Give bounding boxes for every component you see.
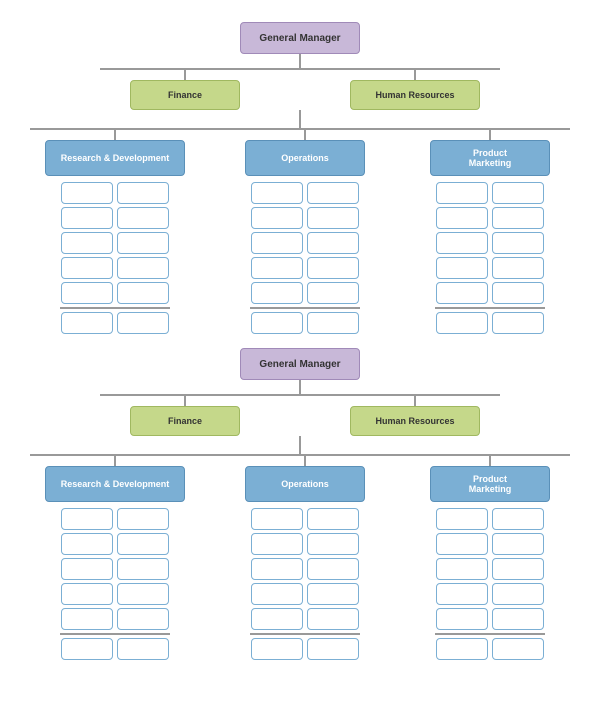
sub-box bbox=[251, 207, 303, 229]
sub-box bbox=[436, 508, 488, 530]
sub-box bbox=[307, 638, 359, 660]
hr-box-1: Human Resources bbox=[350, 80, 480, 110]
sub-box bbox=[307, 232, 359, 254]
sub-box bbox=[307, 282, 359, 304]
sub-box bbox=[251, 638, 303, 660]
sub-box bbox=[436, 207, 488, 229]
sub-box bbox=[251, 508, 303, 530]
sub-box bbox=[61, 312, 113, 334]
sub-box bbox=[61, 583, 113, 605]
sub-box bbox=[251, 583, 303, 605]
sub-box bbox=[61, 182, 113, 204]
sub-box bbox=[117, 558, 169, 580]
gm-box-2: General Manager bbox=[240, 348, 360, 380]
sub-box bbox=[117, 312, 169, 334]
sub-box bbox=[117, 207, 169, 229]
sub-box bbox=[251, 533, 303, 555]
sub-box bbox=[117, 257, 169, 279]
sub-box bbox=[117, 508, 169, 530]
sub-box bbox=[436, 257, 488, 279]
page: General Manager Finance Human Resources bbox=[0, 0, 600, 684]
sub-box bbox=[492, 182, 544, 204]
sub-box bbox=[61, 638, 113, 660]
vline2 bbox=[299, 110, 301, 128]
ops-box-1: Operations bbox=[245, 140, 365, 176]
sub-box bbox=[117, 182, 169, 204]
sub-box bbox=[251, 608, 303, 630]
rnd-box-1: Research & Development bbox=[45, 140, 185, 176]
sub-box bbox=[117, 282, 169, 304]
sub-box bbox=[307, 207, 359, 229]
sub-box bbox=[307, 533, 359, 555]
sub-box bbox=[117, 638, 169, 660]
sub-box bbox=[61, 232, 113, 254]
gm-box-1: General Manager bbox=[240, 22, 360, 54]
vline2 bbox=[299, 436, 301, 454]
sub-box bbox=[307, 312, 359, 334]
sub-box bbox=[251, 232, 303, 254]
sub-box bbox=[492, 583, 544, 605]
sub-box bbox=[492, 638, 544, 660]
sub-box bbox=[436, 558, 488, 580]
rnd-box-2: Research & Development bbox=[45, 466, 185, 502]
pm-box-2: Product Marketing bbox=[430, 466, 550, 502]
sub-box bbox=[492, 282, 544, 304]
sub-box bbox=[307, 508, 359, 530]
ops-box-2: Operations bbox=[245, 466, 365, 502]
vline bbox=[299, 380, 301, 394]
sub-box bbox=[61, 207, 113, 229]
sub-box bbox=[251, 182, 303, 204]
sub-box bbox=[492, 257, 544, 279]
sub-box bbox=[436, 232, 488, 254]
sub-box bbox=[436, 608, 488, 630]
sub-box bbox=[492, 232, 544, 254]
sub-box bbox=[436, 182, 488, 204]
sub-box bbox=[436, 583, 488, 605]
org-chart-1: General Manager Finance Human Resources bbox=[10, 10, 590, 334]
sub-box bbox=[117, 533, 169, 555]
sub-box bbox=[61, 533, 113, 555]
sub-box bbox=[251, 282, 303, 304]
sub-box bbox=[492, 312, 544, 334]
org-chart-2: General Manager Finance Human Resources bbox=[10, 348, 590, 674]
sub-box bbox=[436, 312, 488, 334]
sub-box bbox=[61, 508, 113, 530]
sub-box bbox=[61, 608, 113, 630]
sub-box bbox=[436, 282, 488, 304]
sub-box bbox=[61, 257, 113, 279]
sub-box bbox=[251, 558, 303, 580]
sub-box bbox=[436, 533, 488, 555]
sub-box bbox=[307, 182, 359, 204]
sub-box bbox=[436, 638, 488, 660]
sub-box bbox=[492, 533, 544, 555]
sub-box bbox=[251, 312, 303, 334]
sub-box bbox=[61, 558, 113, 580]
sub-box bbox=[307, 583, 359, 605]
finance-box-1: Finance bbox=[130, 80, 240, 110]
sub-box bbox=[117, 608, 169, 630]
finance-box-2: Finance bbox=[130, 406, 240, 436]
sub-box bbox=[117, 232, 169, 254]
sub-box bbox=[61, 282, 113, 304]
hr-box-2: Human Resources bbox=[350, 406, 480, 436]
sub-box bbox=[307, 257, 359, 279]
pm-box-1: Product Marketing bbox=[430, 140, 550, 176]
sub-box bbox=[492, 508, 544, 530]
sub-box bbox=[251, 257, 303, 279]
vline bbox=[299, 54, 301, 68]
sub-box bbox=[307, 608, 359, 630]
sub-box bbox=[492, 608, 544, 630]
sub-box bbox=[492, 207, 544, 229]
sub-box bbox=[117, 583, 169, 605]
sub-box bbox=[307, 558, 359, 580]
sub-box bbox=[492, 558, 544, 580]
